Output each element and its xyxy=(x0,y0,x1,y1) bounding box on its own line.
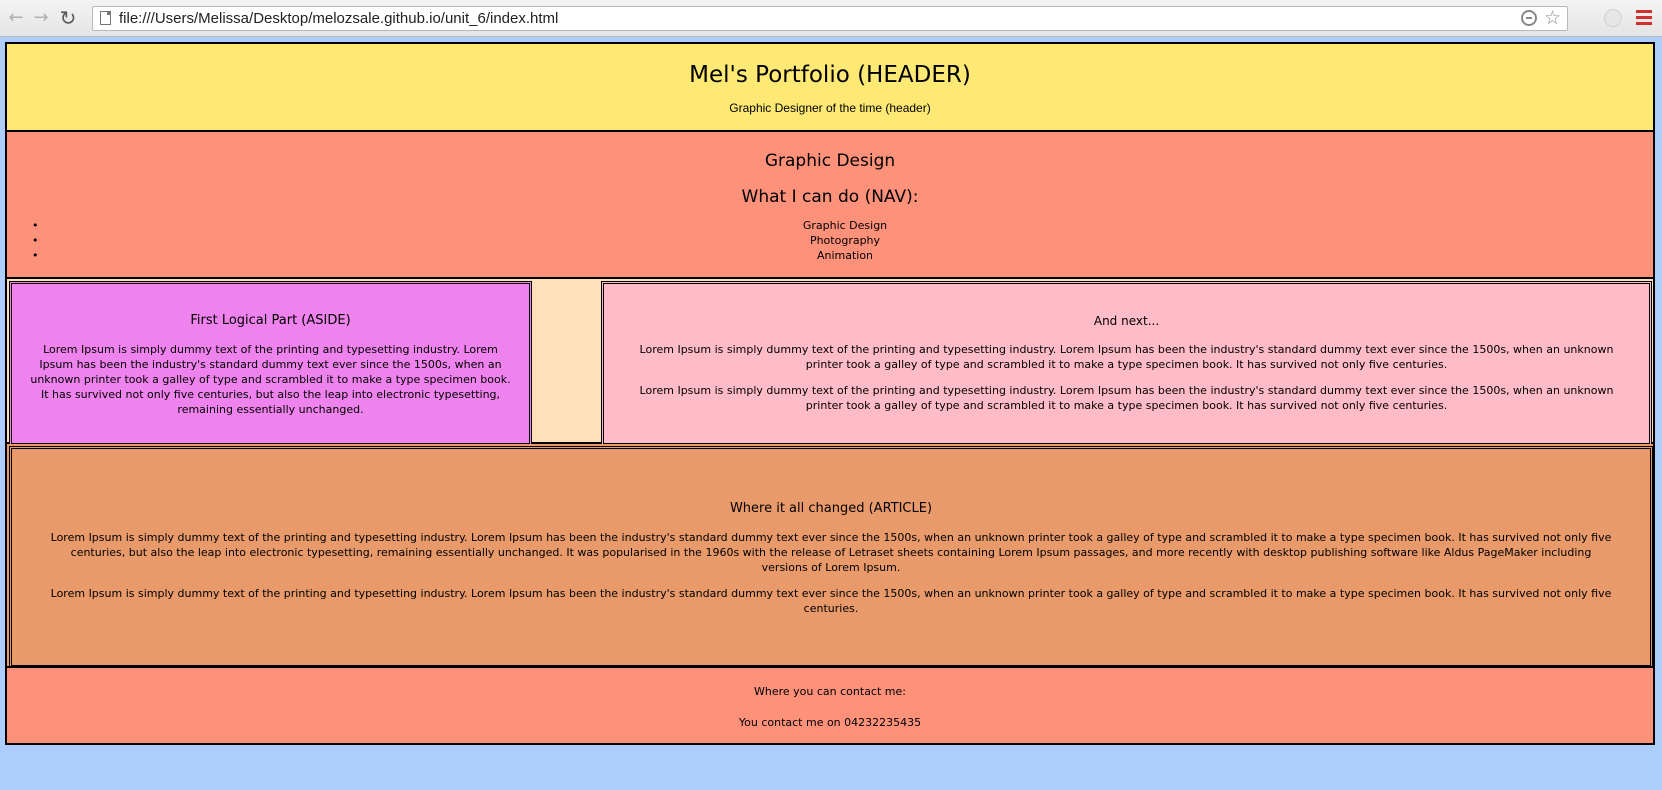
page-title: Mel's Portfolio (HEADER) xyxy=(689,62,971,88)
aside-text: Lorem Ipsum is simply dummy text of the … xyxy=(30,343,511,416)
article-paragraph: Lorem Ipsum is simply dummy text of the … xyxy=(50,587,1612,615)
article-box: Where it all changed (ARTICLE) Lorem Ips… xyxy=(9,446,1653,668)
nav-subtitle: What I can do (NAV): xyxy=(741,187,919,207)
page-header: Mel's Portfolio (HEADER) Graphic Designe… xyxy=(5,42,1655,132)
middle-section: First Logical Part (ASIDE) Lorem Ipsum i… xyxy=(5,279,1655,446)
page-icon xyxy=(100,11,111,25)
next-paragraph: Lorem Ipsum is simply dummy text of the … xyxy=(639,343,1614,371)
browser-toolbar: ← → ↻ file:///Users/Melissa/Desktop/melo… xyxy=(0,0,1662,37)
aside-title: First Logical Part (ASIDE) xyxy=(190,313,351,328)
nav-item-animation[interactable]: Animation xyxy=(7,248,1653,263)
nav-title: Graphic Design xyxy=(764,151,896,171)
next-box: And next... Lorem Ipsum is simply dummy … xyxy=(601,281,1652,446)
nav-list: Graphic Design Photography Animation xyxy=(7,218,1653,263)
menu-icon[interactable] xyxy=(1636,10,1652,26)
article-title: Where it all changed (ARTICLE) xyxy=(729,501,933,516)
article-paragraph: Lorem Ipsum is simply dummy text of the … xyxy=(50,531,1612,574)
reload-icon[interactable]: ↻ xyxy=(58,8,78,28)
back-arrow-icon[interactable]: ← xyxy=(6,8,26,28)
nav-item-graphic-design[interactable]: Graphic Design xyxy=(7,218,1653,233)
next-paragraph: Lorem Ipsum is simply dummy text of the … xyxy=(639,384,1614,412)
forward-arrow-icon[interactable]: → xyxy=(31,8,51,28)
address-bar[interactable]: file:///Users/Melissa/Desktop/melozsale.… xyxy=(92,6,1568,31)
contact-phone: You contact me on 04232235435 xyxy=(738,716,922,729)
next-title: And next... xyxy=(1093,314,1160,328)
contact-heading: Where you can contact me: xyxy=(754,685,906,698)
nav-item-photography[interactable]: Photography xyxy=(7,233,1653,248)
aside-box: First Logical Part (ASIDE) Lorem Ipsum i… xyxy=(9,281,532,446)
page-content: Mel's Portfolio (HEADER) Graphic Designe… xyxy=(5,42,1655,745)
nav-section: Graphic Design What I can do (NAV): Grap… xyxy=(5,132,1655,279)
extension-icon[interactable] xyxy=(1604,9,1622,27)
page-footer: Where you can contact me: You contact me… xyxy=(5,668,1655,745)
page-subtitle: Graphic Designer of the time (header) xyxy=(729,101,931,115)
bookmark-star-icon[interactable]: ☆ xyxy=(1544,7,1561,29)
article-section: Where it all changed (ARTICLE) Lorem Ips… xyxy=(5,444,1655,668)
address-url[interactable]: file:///Users/Melissa/Desktop/melozsale.… xyxy=(119,10,558,27)
zoom-icon[interactable] xyxy=(1521,10,1537,26)
